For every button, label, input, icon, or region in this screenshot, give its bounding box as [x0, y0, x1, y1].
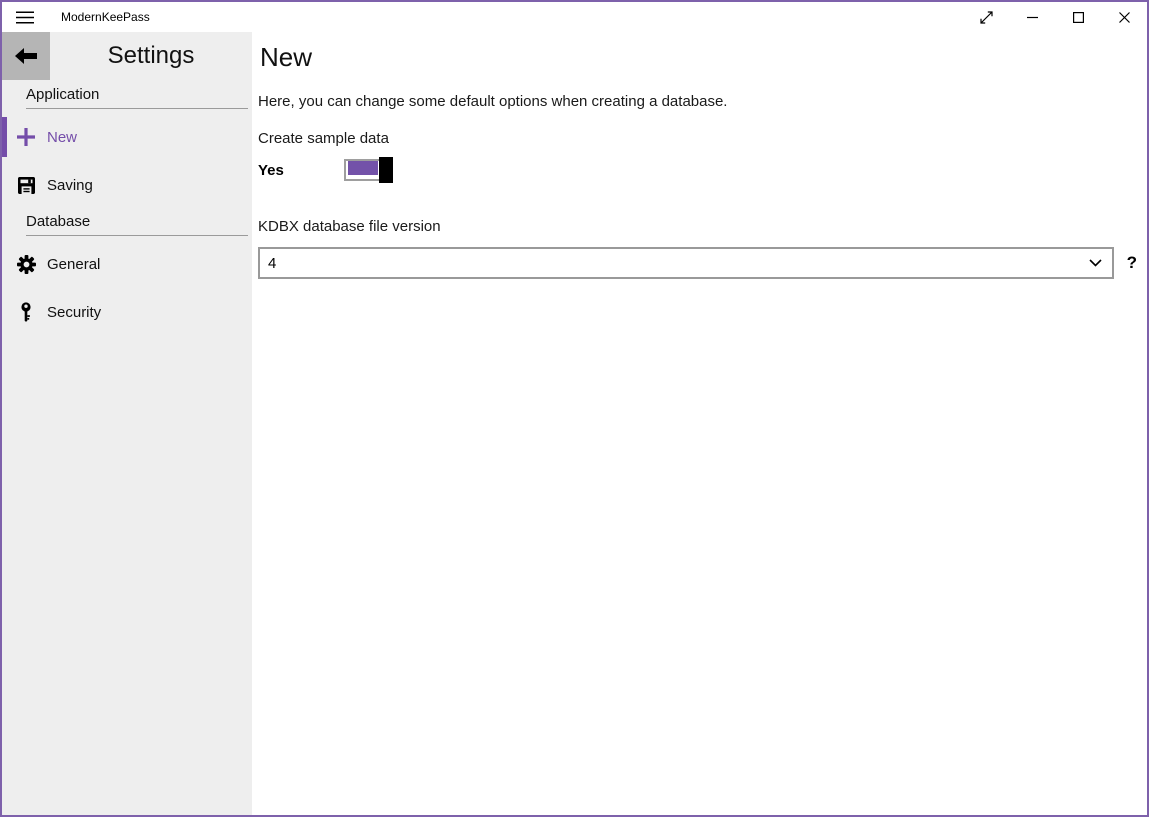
back-button[interactable]	[2, 32, 50, 80]
hamburger-menu-icon[interactable]	[2, 2, 48, 32]
sidebar-item-saving[interactable]: Saving	[2, 165, 252, 205]
settings-title: Settings	[50, 32, 252, 80]
section-header-database: Database	[26, 213, 248, 236]
sidebar-item-label: Saving	[47, 177, 93, 194]
back-arrow-icon	[14, 47, 38, 65]
settings-page-new: New Here, you can change some default op…	[252, 32, 1147, 815]
sidebar-item-security[interactable]: Security	[2, 292, 252, 332]
sidebar-header: Settings	[2, 32, 252, 80]
kdbx-version-dropdown[interactable]: 4	[258, 247, 1114, 279]
fullscreen-button[interactable]	[963, 2, 1009, 32]
kdbx-version-label: KDBX database file version	[258, 217, 1139, 236]
window-controls	[963, 2, 1147, 32]
toggle-fill	[348, 161, 378, 175]
toggle-thumb[interactable]	[379, 157, 393, 183]
create-sample-data-label: Create sample data	[258, 129, 1139, 148]
page-title: New	[260, 42, 1139, 72]
close-icon	[1119, 12, 1130, 23]
sidebar-item-general[interactable]: General	[2, 244, 252, 284]
key-icon	[16, 302, 36, 323]
title-bar: ModernKeePass	[2, 2, 1147, 32]
toggle-state-label: Yes	[258, 162, 344, 179]
minimize-button[interactable]	[1009, 2, 1055, 32]
sidebar-item-label: New	[47, 129, 77, 146]
sidebar-item-new[interactable]: New	[2, 117, 252, 157]
close-button[interactable]	[1101, 2, 1147, 32]
minimize-icon	[1027, 12, 1038, 23]
app-title: ModernKeePass	[61, 10, 150, 24]
maximize-button[interactable]	[1055, 2, 1101, 32]
chevron-down-icon	[1089, 259, 1102, 267]
active-indicator	[2, 117, 7, 157]
settings-sidebar: Settings Application New	[2, 32, 252, 815]
maximize-icon	[1073, 12, 1084, 23]
page-description: Here, you can change some default option…	[258, 92, 1139, 111]
dropdown-selected-value: 4	[268, 255, 276, 272]
window-body: Settings Application New	[2, 32, 1147, 815]
create-sample-data-row: Yes	[258, 157, 1139, 183]
gear-icon	[16, 255, 36, 274]
app-window: ModernKeePass	[0, 0, 1149, 817]
fullscreen-icon	[980, 11, 993, 24]
kdbx-version-row: 4 ?	[258, 247, 1139, 279]
plus-icon	[16, 128, 36, 146]
create-sample-data-toggle[interactable]	[344, 157, 393, 183]
help-button[interactable]: ?	[1127, 253, 1137, 273]
sidebar-item-label: General	[47, 256, 100, 273]
save-icon	[16, 177, 36, 194]
section-header-application: Application	[26, 86, 248, 109]
sidebar-item-label: Security	[47, 304, 101, 321]
